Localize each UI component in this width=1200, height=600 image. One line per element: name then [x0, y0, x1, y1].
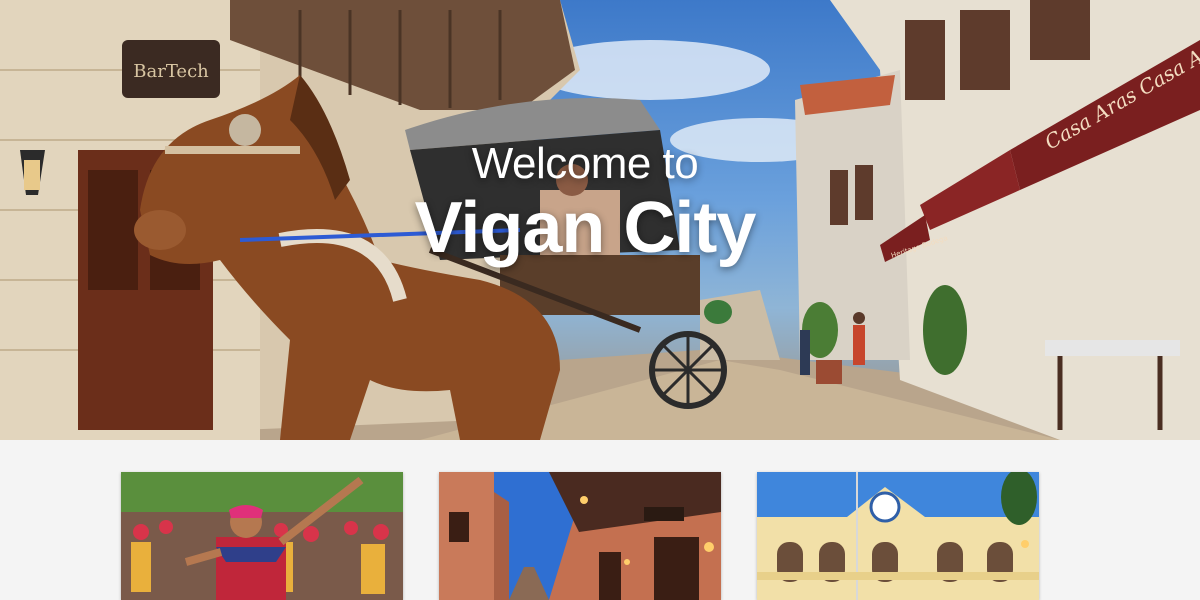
festival-image [121, 472, 403, 600]
bartech-sign: BarTech [133, 61, 209, 82]
hero-title-line1: Welcome to [471, 139, 699, 188]
hero-title: Welcome to Vigan City [380, 138, 790, 266]
hero-title-line2: Vigan City [414, 188, 757, 268]
hero-banner: BarTech Casa Aras Casa Aras Heritage Bod… [0, 0, 1200, 440]
card-street[interactable] [439, 472, 721, 600]
city-hall-image [757, 472, 1039, 600]
card-city-hall[interactable] [757, 472, 1039, 600]
street-image [439, 472, 721, 600]
featured-cards [0, 440, 1200, 600]
card-festival[interactable] [121, 472, 403, 600]
